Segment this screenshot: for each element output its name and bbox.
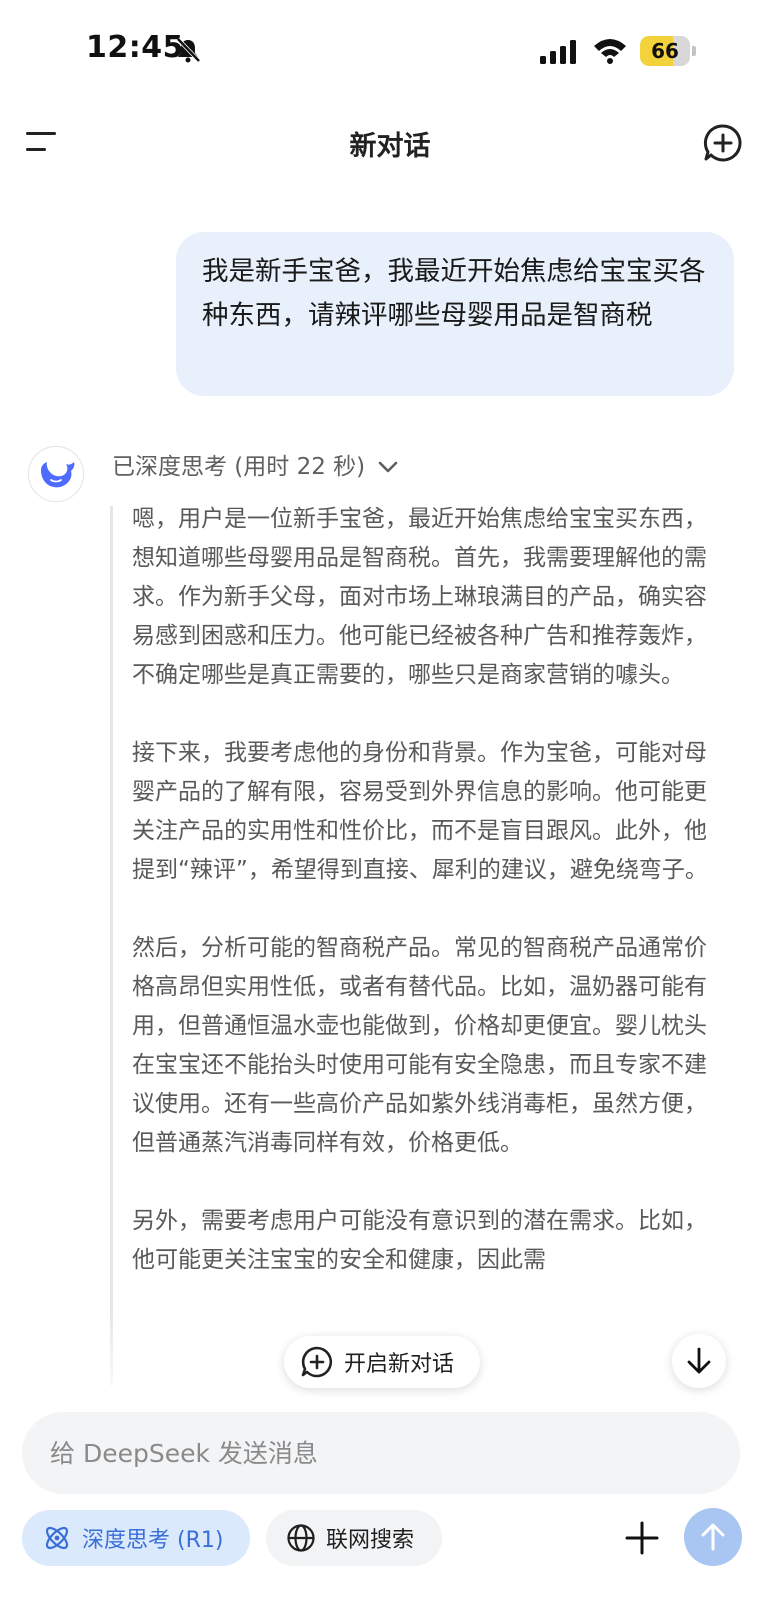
arrow-down-icon xyxy=(687,1347,711,1374)
thinking-content: 嗯，用户是一位新手宝爸，最近开始焦虑给宝宝买东西，想知道哪些母婴用品是智商税。首… xyxy=(132,500,717,1386)
thinking-toggle[interactable]: 已深度思考 (用时 22 秒) xyxy=(112,450,399,484)
thinking-paragraph: 嗯，用户是一位新手宝爸，最近开始焦虑给宝宝买东西，想知道哪些母婴用品是智商税。首… xyxy=(132,506,707,688)
thinking-label: 已深度思考 (用时 22 秒) xyxy=(112,454,366,480)
new-conversation-button[interactable]: 开启新对话 xyxy=(284,1336,480,1388)
atom-icon xyxy=(45,1526,69,1550)
web-search-toggle[interactable]: 联网搜索 xyxy=(266,1510,442,1566)
message-input-container xyxy=(22,1412,740,1494)
scroll-to-bottom-button[interactable] xyxy=(672,1334,726,1388)
whale-logo-icon xyxy=(41,462,75,488)
battery-percent: 66 xyxy=(651,39,679,63)
web-search-label: 联网搜索 xyxy=(326,1528,415,1553)
arrow-up-icon xyxy=(701,1523,725,1551)
message-input[interactable] xyxy=(50,1412,710,1494)
deepseek-avatar xyxy=(28,446,84,502)
status-bar: 12:45 66 xyxy=(0,0,780,100)
thinking-paragraph: 然后，分析可能的智商税产品。常见的智商税产品通常价格高昂但实用性低，或者有替代品… xyxy=(132,935,707,1156)
chevron-down-icon xyxy=(378,461,398,473)
new-conversation-label: 开启新对话 xyxy=(344,1352,455,1377)
thinking-divider xyxy=(110,506,113,1386)
new-chat-icon[interactable] xyxy=(702,122,744,164)
cellular-signal-icon xyxy=(540,40,576,64)
status-time: 12:45 xyxy=(86,30,184,65)
wifi-icon xyxy=(594,39,626,64)
send-button[interactable] xyxy=(684,1508,742,1566)
thinking-paragraph: 另外，需要考虑用户可能没有意识到的潜在需求。比如，他可能更关注宝宝的安全和健康，… xyxy=(132,1208,707,1273)
user-message-bubble: 我是新手宝爸，我最近开始焦虑给宝宝买各种东西，请辣评哪些母婴用品是智商税 xyxy=(176,232,734,396)
plus-icon[interactable] xyxy=(622,1518,662,1558)
deep-think-toggle[interactable]: 深度思考 (R1) xyxy=(22,1510,250,1566)
battery-icon: 66 xyxy=(640,36,696,66)
page-title: 新对话 xyxy=(349,131,431,162)
nav-bar: 新对话 xyxy=(0,110,780,174)
thinking-paragraph: 接下来，我要考虑他的身份和背景。作为宝爸，可能对母婴产品的了解有限，容易受到外界… xyxy=(132,740,708,883)
bell-slash-icon xyxy=(176,37,201,63)
globe-icon xyxy=(287,1524,315,1552)
deep-think-label: 深度思考 (R1) xyxy=(82,1528,224,1553)
new-chat-icon xyxy=(301,1346,333,1378)
